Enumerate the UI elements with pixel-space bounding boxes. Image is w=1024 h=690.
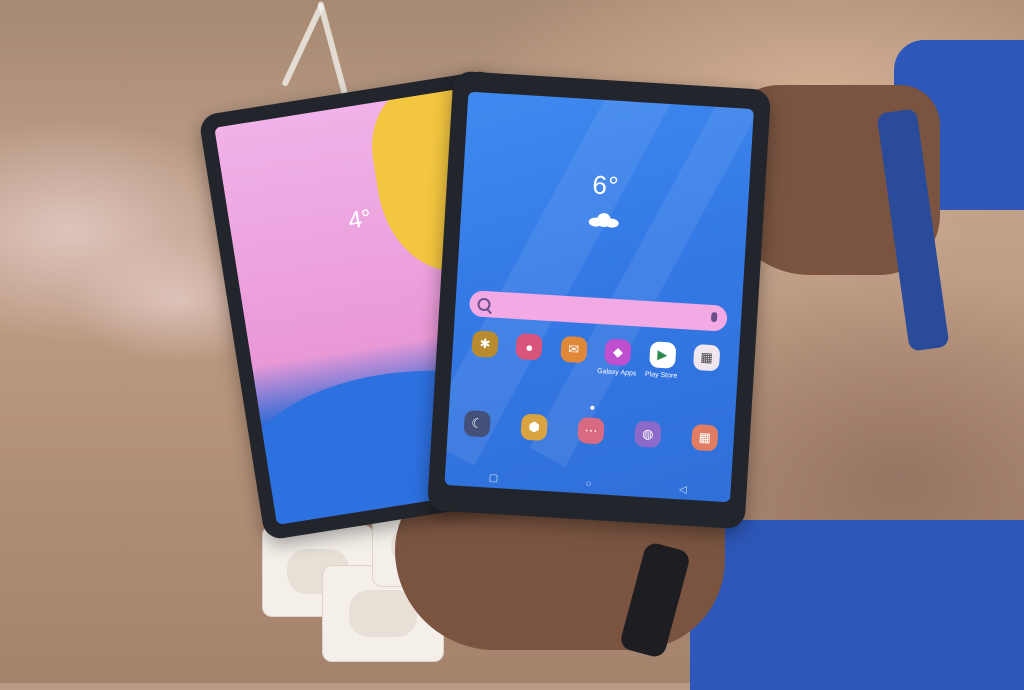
navigation-bar: ▢ ○ ◁ <box>445 470 731 498</box>
app-play-store[interactable]: ▶ Play Store <box>641 341 683 380</box>
app-galaxy-apps[interactable]: ◆ Galaxy Apps <box>597 338 639 377</box>
gear-icon: ✱ <box>471 330 499 358</box>
right-tablet-screen: 6° ✱ ● ✉ ◆ Galaxy Apps ▶ Play Store ▦ ☾ ⬢ … <box>444 91 754 503</box>
play-store-icon: ▶ <box>648 341 677 369</box>
camera-icon: ● <box>515 333 544 361</box>
search-icon <box>477 297 491 312</box>
right-tablet: 6° ✱ ● ✉ ◆ Galaxy Apps ▶ Play Store ▦ ☾ ⬢ … <box>426 70 772 530</box>
calendar-icon[interactable]: ▦ <box>691 423 719 452</box>
app-camera[interactable]: ● <box>508 333 550 372</box>
messages-icon[interactable]: ⋯ <box>577 416 605 445</box>
galaxy-apps-icon: ◆ <box>604 338 632 367</box>
app-email[interactable]: ✉ <box>552 335 594 374</box>
left-tablet-clock: 4° <box>346 204 374 235</box>
bixby-icon[interactable]: ⬢ <box>520 413 548 442</box>
app-label: Play Store <box>644 370 678 380</box>
browser-icon[interactable]: ◍ <box>634 420 662 449</box>
folder-icon: ▦ <box>692 343 721 372</box>
back-icon[interactable]: ◁ <box>679 484 687 495</box>
app-folder[interactable]: ▦ <box>685 343 727 382</box>
app-settings[interactable]: ✱ <box>464 330 506 369</box>
home-icon[interactable]: ○ <box>585 479 592 490</box>
mic-icon[interactable] <box>710 311 718 323</box>
recents-icon[interactable]: ▢ <box>488 473 498 485</box>
cloud-icon <box>588 212 619 229</box>
email-icon: ✉ <box>559 335 588 364</box>
moon-icon[interactable]: ☾ <box>463 410 491 438</box>
sleeve-bottom <box>690 520 1024 690</box>
